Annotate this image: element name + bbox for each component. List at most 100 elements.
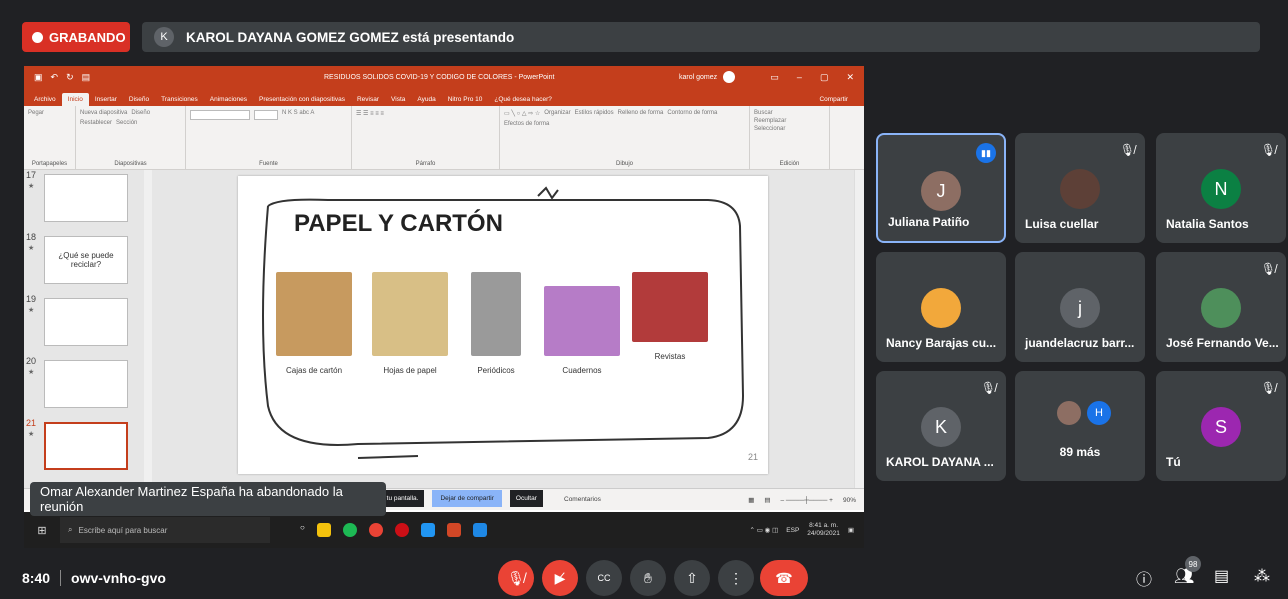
share-button[interactable]: Compartir xyxy=(813,93,854,106)
notification-toast: Omar Alexander Martinez España ha abando… xyxy=(30,482,386,516)
participant-tile-self[interactable]: 🎙︎̸ S Tú xyxy=(1156,371,1286,481)
participant-tile-juandelacruz[interactable]: j juandelacruz barr... xyxy=(1015,252,1145,362)
shapes-gallery[interactable]: ▭ ╲ ○ △ ⇨ ☆ xyxy=(504,110,540,117)
shape-fill-button[interactable]: Relleno de forma xyxy=(618,110,664,117)
quick-access-toolbar: ▣ ↶ ↻ ▤ xyxy=(34,72,90,83)
select-button[interactable]: Seleccionar xyxy=(754,126,825,132)
thumb-number: 18 xyxy=(26,232,37,242)
participant-tile-juliana[interactable]: ▮▮ J Juliana Patiño xyxy=(876,133,1006,243)
thumbnail-17[interactable]: 17 ★ xyxy=(24,170,144,226)
tab-inicio[interactable]: Inicio xyxy=(61,93,89,106)
participant-tile-karol[interactable]: 🎙︎̸ K KAROL DAYANA ... xyxy=(876,371,1006,481)
font-format-icons[interactable]: N K S abc A xyxy=(282,110,314,120)
tray-icons[interactable]: ⌃ ▭ ◉ ◫ xyxy=(749,526,778,534)
reset-button[interactable]: Restablecer xyxy=(80,120,112,126)
hide-button[interactable]: Ocultar xyxy=(509,489,543,507)
ribbon-group-diapositivas: Nueva diapositiva Diseño Restablecer Sec… xyxy=(76,106,186,169)
save-icon[interactable]: ▣ xyxy=(34,72,43,83)
camera-toggle-button[interactable]: ▶̸ xyxy=(542,560,578,596)
shape-outline-button[interactable]: Contorno de forma xyxy=(667,110,717,117)
participant-tile-luisa[interactable]: 🎙︎̸ Luisa cuellar xyxy=(1015,133,1145,243)
paste-button[interactable]: Pegar xyxy=(28,110,44,116)
present-button[interactable]: ⇧ xyxy=(674,560,710,596)
chrome-icon[interactable] xyxy=(368,523,383,537)
opera-icon[interactable] xyxy=(394,523,409,537)
captions-icon: CC xyxy=(597,573,611,583)
notebooks-image xyxy=(544,286,620,356)
tab-animaciones[interactable]: Animaciones xyxy=(204,93,253,106)
ppt-workspace: 17 ★ 18 ★ ¿Qué se puede reciclar? 19 ★ 2… xyxy=(24,170,864,488)
tab-insertar[interactable]: Insertar xyxy=(89,93,123,106)
spotify-icon[interactable] xyxy=(342,523,357,537)
layout-button[interactable]: Diseño xyxy=(131,110,150,116)
new-slide-button[interactable]: Nueva diapositiva xyxy=(80,110,127,116)
powerpoint-icon[interactable] xyxy=(446,523,461,537)
arrange-button[interactable]: Organizar xyxy=(544,110,570,117)
tell-me-search[interactable]: ¿Qué desea hacer? xyxy=(488,93,557,106)
thumbnail-20[interactable]: 20 ★ xyxy=(24,356,144,412)
quick-styles-button[interactable]: Estilos rápidos xyxy=(575,110,614,117)
tab-transiciones[interactable]: Transiciones xyxy=(155,93,204,106)
app-blue-icon[interactable] xyxy=(472,523,487,537)
tab-vista[interactable]: Vista xyxy=(385,93,411,106)
mic-toggle-button[interactable]: 🎙︎̸ xyxy=(498,560,534,596)
app-icon[interactable] xyxy=(420,523,435,537)
tab-archivo[interactable]: Archivo xyxy=(28,93,62,106)
thumbnail-scrollbar[interactable] xyxy=(144,170,152,488)
undo-icon[interactable]: ↶ xyxy=(51,72,59,83)
activities-button[interactable]: ⁂ xyxy=(1254,566,1270,586)
notifications-icon[interactable]: ▣ xyxy=(848,526,854,534)
font-size-select[interactable] xyxy=(254,110,278,120)
thumbnail-18[interactable]: 18 ★ ¿Qué se puede reciclar? xyxy=(24,232,144,288)
tab-ayuda[interactable]: Ayuda xyxy=(411,93,441,106)
close-icon[interactable]: ✕ xyxy=(846,72,854,83)
tab-nitro[interactable]: Nitro Pro 10 xyxy=(442,93,489,106)
replace-button[interactable]: Reemplazar xyxy=(754,118,825,124)
participant-tile-more[interactable]: H 89 más xyxy=(1015,371,1145,481)
tab-diseno[interactable]: Diseño xyxy=(123,93,155,106)
paragraph-icons[interactable]: ☰ ☰ ≡ ≡ ≡ xyxy=(356,110,384,117)
shape-effects-button[interactable]: Efectos de forma xyxy=(504,121,549,127)
stop-sharing-button[interactable]: Dejar de compartir xyxy=(432,489,502,507)
participant-name: Luisa cuellar xyxy=(1025,217,1099,231)
minimize-icon[interactable]: – xyxy=(797,72,802,83)
zoom-slider[interactable]: – ────┼──── + xyxy=(781,497,833,504)
present-icon[interactable]: ▤ xyxy=(82,72,91,83)
ribbon-group-edicion: Buscar Reemplazar Seleccionar Edición xyxy=(750,106,830,169)
thumbnail-21[interactable]: 21 ★ xyxy=(24,418,144,474)
find-button[interactable]: Buscar xyxy=(754,110,825,116)
thumbnail-19[interactable]: 19 ★ xyxy=(24,294,144,350)
section-button[interactable]: Sección xyxy=(116,120,137,126)
taskbar-search[interactable]: ⌕ Escribe aquí para buscar xyxy=(60,517,270,543)
redo-icon[interactable]: ↻ xyxy=(66,72,74,83)
chat-button[interactable]: ▤ xyxy=(1214,566,1229,586)
tab-presentacion[interactable]: Presentación con diapositivas xyxy=(253,93,351,106)
participant-tile-jose-fernando[interactable]: 🎙︎̸ José Fernando Ve... xyxy=(1156,252,1286,362)
language-indicator[interactable]: ESP xyxy=(786,527,799,534)
user-account[interactable]: karol gomez xyxy=(679,71,736,83)
participant-tile-natalia[interactable]: 🎙︎̸ N Natalia Santos xyxy=(1156,133,1286,243)
captions-button[interactable]: CC xyxy=(586,560,622,596)
taskbar-clock[interactable]: 8:41 a. m. 24/09/2021 xyxy=(807,522,840,539)
item-caption: Revistas xyxy=(654,352,686,361)
comments-button[interactable]: Comentarios xyxy=(564,496,601,503)
slide-scrollbar[interactable] xyxy=(854,170,864,488)
maximize-icon[interactable]: ▢ xyxy=(820,72,829,83)
ribbon-group-parrafo: ☰ ☰ ≡ ≡ ≡ Párrafo xyxy=(352,106,500,169)
sorter-view-icon[interactable]: ▤ xyxy=(764,496,770,504)
normal-view-icon[interactable]: ▦ xyxy=(748,496,754,504)
windows-start-icon[interactable]: ⊞ xyxy=(24,524,60,537)
current-slide[interactable]: PAPEL Y CARTÓN Cajas de cartón Hojas de … xyxy=(238,176,768,474)
group-label: Diapositivas xyxy=(114,161,147,167)
raise-hand-button[interactable]: ✋︎ xyxy=(630,560,666,596)
cortana-icon[interactable]: ○ xyxy=(300,523,305,537)
tab-revisar[interactable]: Revisar xyxy=(351,93,385,106)
font-family-select[interactable] xyxy=(190,110,250,120)
more-options-button[interactable]: ⋮ xyxy=(718,560,754,596)
participant-tile-nancy[interactable]: Nancy Barajas cu... xyxy=(876,252,1006,362)
file-explorer-icon[interactable] xyxy=(316,523,331,537)
recording-label: GRABANDO xyxy=(49,29,126,45)
meeting-details-button[interactable]: ⓘ xyxy=(1136,566,1152,590)
ribbon-options-icon[interactable]: ▭ xyxy=(770,72,779,83)
leave-call-button[interactable]: ☎ xyxy=(760,560,808,596)
